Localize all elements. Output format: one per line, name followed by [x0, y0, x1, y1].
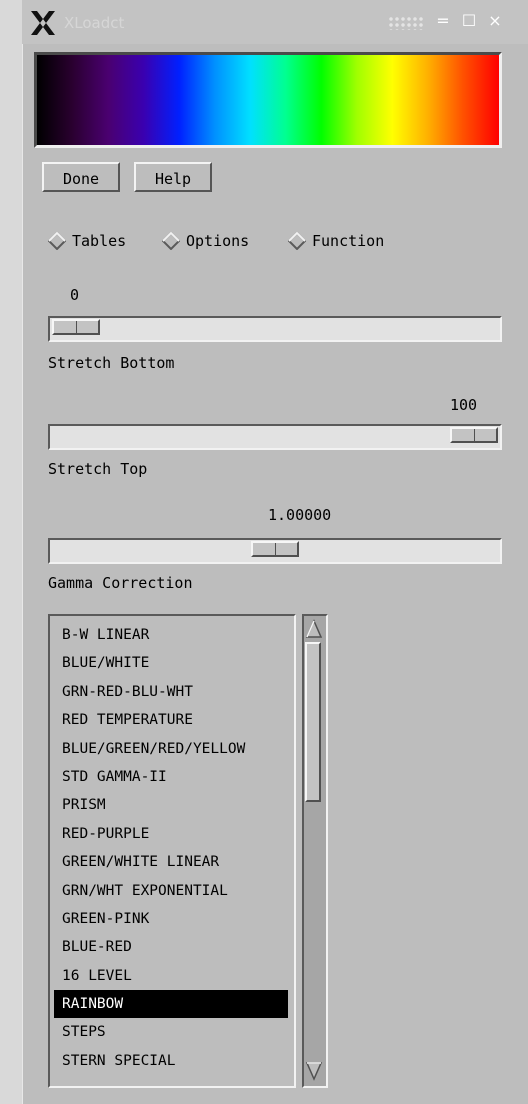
stretch-top-slider[interactable]: [48, 424, 502, 450]
radio-diamond-icon: [288, 232, 306, 250]
color-table-item[interactable]: BLUE/GREEN/RED/YELLOW: [54, 735, 288, 763]
color-table-item[interactable]: BLUE/WHITE: [54, 649, 288, 677]
gamma-slider[interactable]: [48, 538, 502, 564]
gamma-label: Gamma Correction: [48, 574, 193, 592]
color-table-item[interactable]: GREEN/WHITE LINEAR: [54, 848, 288, 876]
radio-options[interactable]: Options: [162, 228, 249, 254]
titlebar-pattern: [388, 16, 424, 30]
gamma-value: 1.00000: [268, 506, 332, 524]
list-scroll-thumb[interactable]: [305, 642, 321, 802]
stretch-top-value: 100: [450, 396, 478, 414]
xloadct-window: XLoadct = ☐ × Done Help Tables Options F…: [22, 0, 528, 1104]
radio-diamond-icon: [162, 232, 180, 250]
x-logo-icon: [31, 11, 55, 35]
color-table-item[interactable]: STD GAMMA-II: [54, 763, 288, 791]
color-table-item[interactable]: 16 LEVEL: [54, 962, 288, 990]
color-table-item[interactable]: STERN SPECIAL: [54, 1047, 288, 1075]
maximize-icon[interactable]: ☐: [458, 10, 480, 32]
color-table-item[interactable]: RAINBOW: [54, 990, 288, 1019]
radio-diamond-icon: [48, 232, 66, 250]
stretch-top-thumb[interactable]: [450, 427, 498, 443]
stretch-top-label: Stretch Top: [48, 460, 148, 478]
color-table-item[interactable]: BLUE-RED: [54, 933, 288, 961]
color-table-preview: [34, 52, 502, 148]
scroll-down-icon[interactable]: [305, 1060, 323, 1082]
minimize-icon[interactable]: =: [432, 10, 454, 32]
window-title: XLoadct: [64, 14, 125, 32]
done-button[interactable]: Done: [42, 162, 120, 192]
help-button[interactable]: Help: [134, 162, 212, 192]
radio-tables-label: Tables: [72, 232, 127, 250]
color-table-item[interactable]: GRN-RED-BLU-WHT: [54, 678, 288, 706]
color-table-item[interactable]: B-W LINEAR: [54, 621, 288, 649]
color-table-item[interactable]: GRN/WHT EXPONENTIAL: [54, 877, 288, 905]
list-scrollbar[interactable]: [302, 614, 328, 1088]
stretch-bottom-thumb[interactable]: [52, 319, 100, 335]
stretch-bottom-slider[interactable]: [48, 316, 502, 342]
stretch-bottom-label: Stretch Bottom: [48, 354, 175, 372]
title-bar[interactable]: XLoadct = ☐ ×: [22, 0, 528, 44]
stretch-bottom-value: 0: [70, 286, 80, 304]
color-table-item[interactable]: GREEN-PINK: [54, 905, 288, 933]
radio-options-label: Options: [186, 232, 250, 250]
color-table-item[interactable]: STEPS: [54, 1018, 288, 1046]
radio-function[interactable]: Function: [288, 228, 384, 254]
color-table-list[interactable]: B-W LINEAR BLUE/WHITE GRN-RED-BLU-WHT RED T…: [48, 614, 296, 1088]
scroll-up-icon[interactable]: [305, 618, 323, 640]
gamma-thumb[interactable]: [251, 541, 299, 557]
color-table-item[interactable]: RED TEMPERATURE: [54, 706, 288, 734]
color-table-item[interactable]: RED-PURPLE: [54, 820, 288, 848]
radio-tables[interactable]: Tables: [48, 228, 126, 254]
color-table-item[interactable]: PRISM: [54, 791, 288, 819]
close-icon[interactable]: ×: [484, 10, 506, 32]
radio-function-label: Function: [312, 232, 385, 250]
